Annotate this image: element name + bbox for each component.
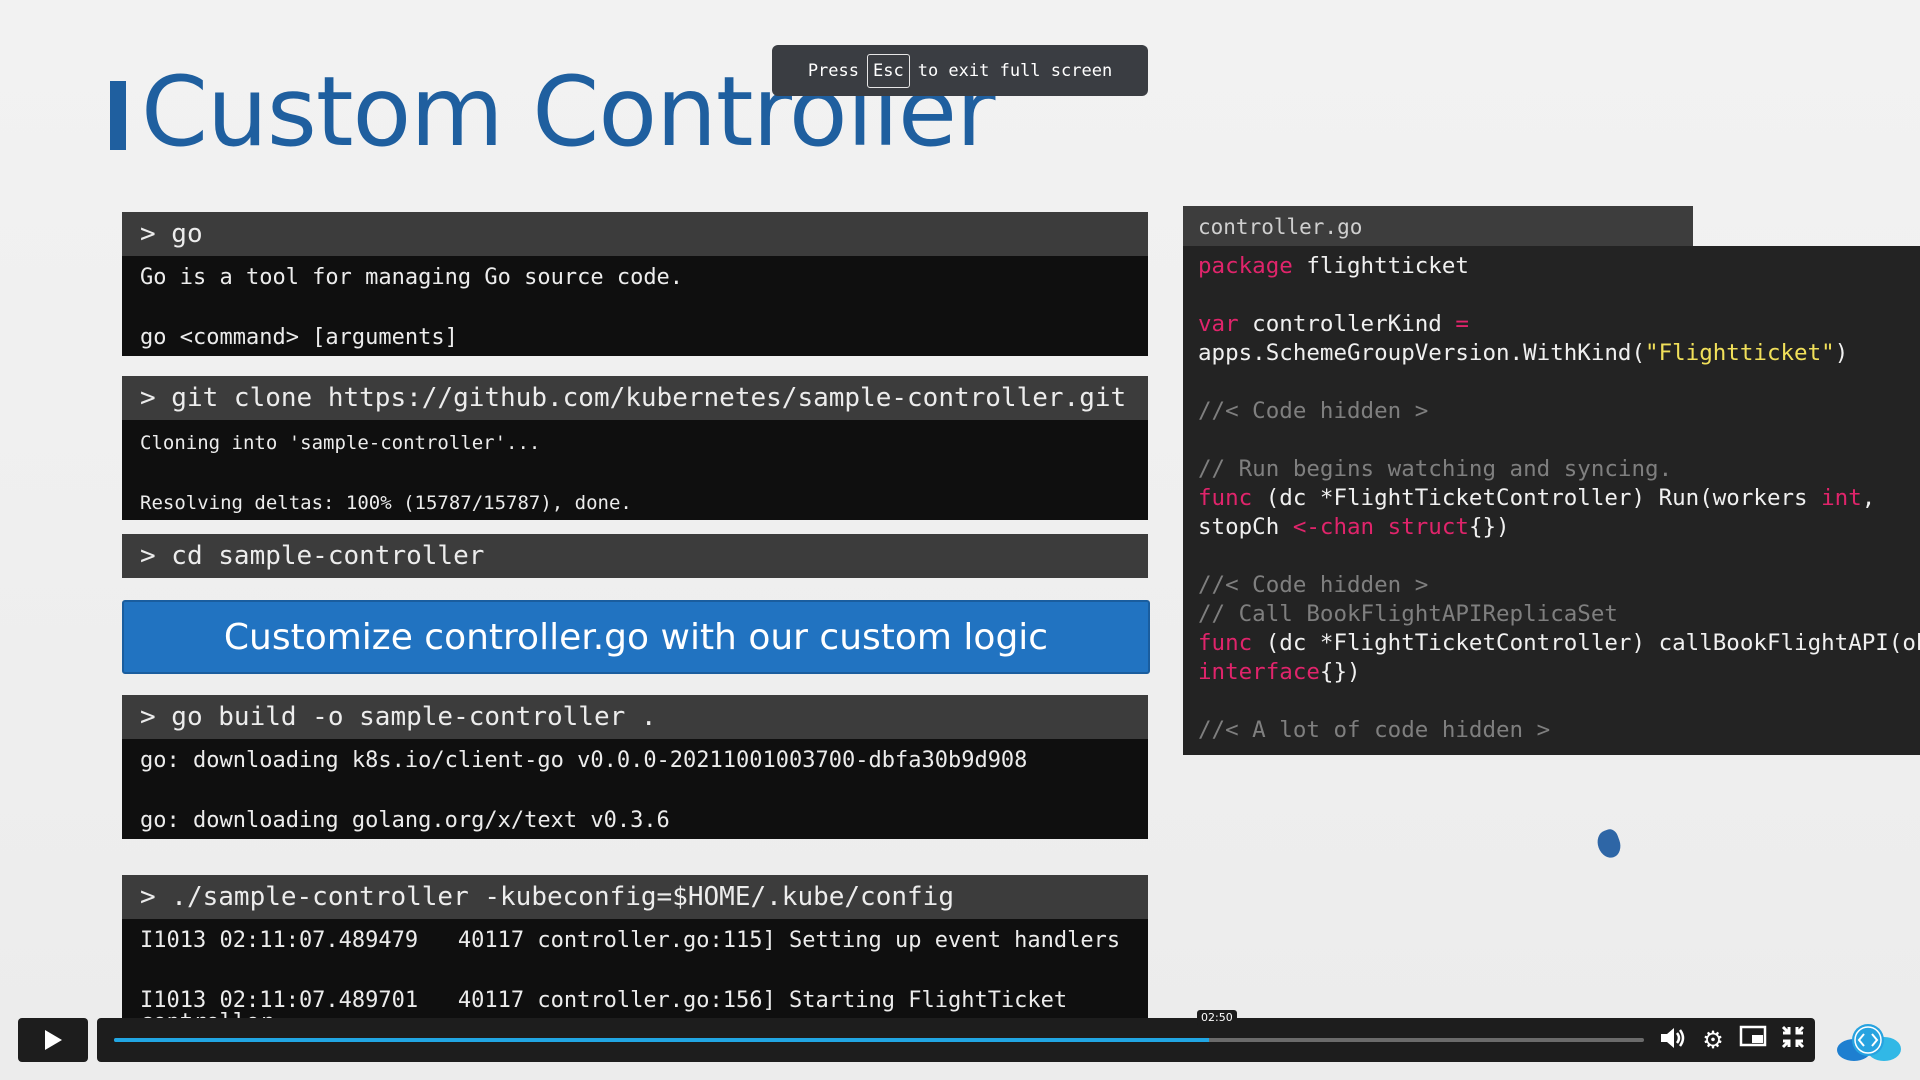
code-comment: // Run begins watching and syncing. — [1198, 456, 1673, 482]
volume-icon — [1661, 1028, 1685, 1048]
code-file-tab: controller.go — [1183, 206, 1693, 248]
settings-gear-icon: ⚙ — [1702, 1026, 1724, 1054]
customize-callout-banner: Customize controller.go with our custom … — [122, 600, 1150, 674]
terminal-output-line: go: downloading golang.org/x/text v0.3.6 — [140, 808, 670, 833]
terminal-run-controller: > ./sample-controller -kubeconfig=$HOME/… — [122, 875, 1148, 1035]
terminal-output-line: Cloning into 'sample-controller'... — [140, 432, 541, 454]
progress-track[interactable] — [114, 1038, 1644, 1042]
terminal-command: > go — [122, 212, 1148, 256]
terminal-go-help: > go Go is a tool for managing Go source… — [122, 212, 1148, 356]
fullscreen-notice: Press Esc to exit full screen — [772, 45, 1148, 96]
terminal-output-line: I1013 02:11:07.489701 40117 controller.g… — [140, 988, 1068, 1013]
code-cloud-button[interactable] — [1834, 1022, 1902, 1062]
volume-button[interactable] — [1656, 1024, 1688, 1056]
terminal-output-line: Go is a tool for managing Go source code… — [140, 265, 684, 290]
terminal-go-build: > go build -o sample-controller . go: do… — [122, 695, 1148, 839]
code-line: package flightticket — [1198, 253, 1469, 279]
play-icon — [45, 1030, 62, 1050]
exit-fullscreen-button[interactable] — [1777, 1024, 1809, 1056]
terminal-command: > git clone https://github.com/kubernete… — [122, 376, 1148, 420]
code-line: apps.SchemeGroupVersion.WithKind("Flight… — [1198, 340, 1849, 366]
esc-key-badge: Esc — [867, 53, 910, 88]
code-comment: //< Code hidden > — [1198, 398, 1429, 424]
code-comment: //< Code hidden > — [1198, 572, 1429, 598]
code-line: var controllerKind = — [1198, 311, 1469, 337]
title-accent-bar — [110, 81, 126, 150]
code-line: interface{}) — [1198, 659, 1361, 685]
code-comment: //< A lot of code hidden > — [1198, 717, 1551, 743]
code-line: stopCh <-chan struct{}) — [1198, 514, 1510, 540]
code-comment: // Call BookFlightAPIReplicaSet — [1198, 601, 1618, 627]
terminal-git-clone: > git clone https://github.com/kubernete… — [122, 376, 1148, 520]
player-control-bar — [97, 1018, 1815, 1062]
terminal-command: > cd sample-controller — [122, 534, 1148, 578]
mouse-cursor-icon — [1593, 827, 1625, 861]
code-line: func (dc *FlightTicketController) Run(wo… — [1198, 485, 1876, 511]
play-button[interactable] — [18, 1018, 88, 1062]
terminal-cd: > cd sample-controller — [122, 534, 1148, 578]
picture-in-picture-icon — [1739, 1025, 1767, 1047]
settings-button[interactable]: ⚙ — [1697, 1024, 1729, 1056]
code-line: func (dc *FlightTicketController) callBo… — [1198, 630, 1920, 656]
code-panel: package flightticket var controllerKind … — [1183, 246, 1920, 755]
current-time-tooltip: 02:50 — [1197, 1010, 1237, 1026]
fullscreen-notice-suffix: to exit full screen — [917, 60, 1113, 81]
picture-in-picture-button[interactable] — [1737, 1024, 1769, 1056]
terminal-output-line: I1013 02:11:07.489479 40117 controller.g… — [140, 928, 1121, 953]
code-cloud-icon — [1837, 1024, 1901, 1061]
fullscreen-notice-prefix: Press — [807, 60, 859, 81]
exit-fullscreen-icon — [1781, 1025, 1805, 1049]
terminal-output-line: Resolving deltas: 100% (15787/15787), do… — [140, 492, 632, 514]
terminal-output-line: go <command> [arguments] — [140, 325, 458, 350]
terminal-command: > go build -o sample-controller . — [122, 695, 1148, 739]
progress-fill — [114, 1038, 1210, 1042]
terminal-output-line: go: downloading k8s.io/client-go v0.0.0-… — [140, 748, 1028, 773]
terminal-command: > ./sample-controller -kubeconfig=$HOME/… — [122, 875, 1148, 919]
